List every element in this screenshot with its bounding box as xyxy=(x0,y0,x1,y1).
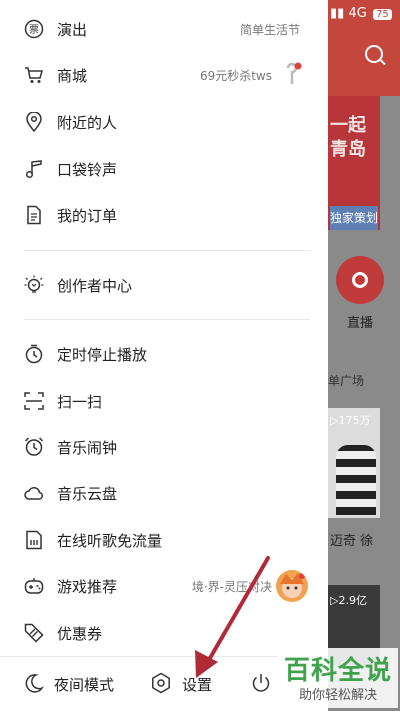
annotation-arrow xyxy=(195,556,270,678)
watermark: 百科全说 助你轻松解决 xyxy=(278,648,398,708)
watermark-subtitle: 助你轻松解决 xyxy=(298,688,377,703)
watermark-title: 百科全说 xyxy=(283,656,392,686)
